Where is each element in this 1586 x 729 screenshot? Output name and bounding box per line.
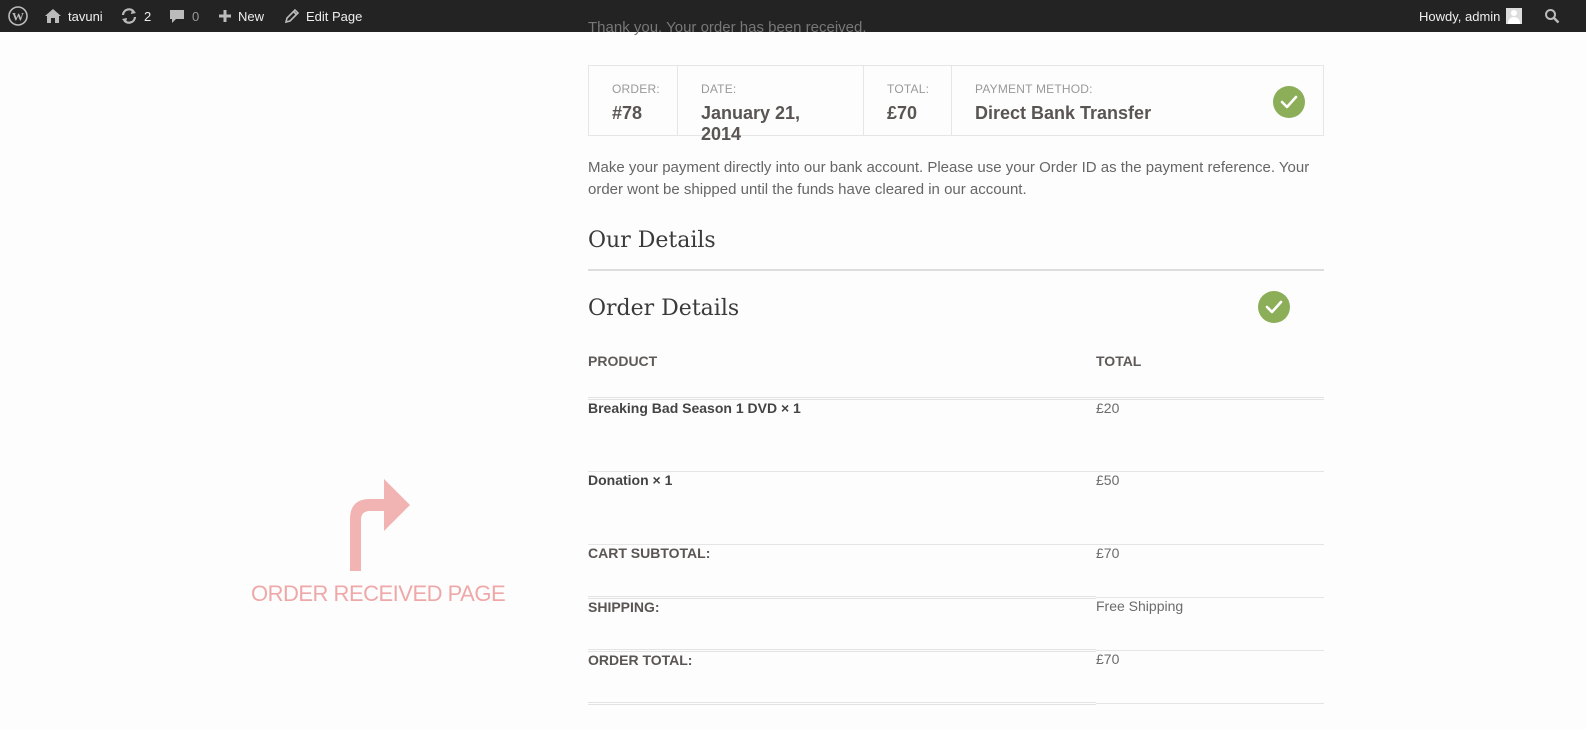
order-number-value: #78 [612, 103, 643, 123]
shipping-label: SHIPPING: [588, 597, 1096, 652]
order-date-cell: DATE: January 21, 2014 [678, 66, 864, 144]
order-date-value: January 21, 2014 [701, 103, 801, 144]
order-details-table: PRODUCT TOTAL Breaking Bad Season 1 DVD … [588, 345, 1324, 705]
checkmark-icon [1258, 291, 1290, 323]
product-name-link[interactable]: Donation × 1 [588, 472, 672, 488]
table-header-row: PRODUCT TOTAL [588, 345, 1324, 400]
table-row: Donation × 1 £50 [588, 471, 1324, 545]
order-number-cell: ORDER: #78 [589, 66, 678, 135]
order-total-row-value: £70 [1096, 650, 1324, 704]
product-cell: Breaking Bad Season 1 DVD × 1 [588, 398, 1096, 472]
annotation-label: ORDER RECEIVED PAGE [251, 581, 506, 606]
order-details-title: Order Details [588, 296, 740, 321]
product-cell: Donation × 1 [588, 471, 1096, 545]
site-name-link[interactable]: tavuni [44, 0, 103, 32]
howdy-label: Howdy, admin [1419, 8, 1501, 24]
cart-subtotal-value: £70 [1096, 544, 1324, 598]
order-total-value: £70 [887, 103, 918, 123]
our-details-title: Our Details [588, 228, 716, 253]
table-row: Breaking Bad Season 1 DVD × 1 £20 [588, 398, 1324, 472]
search-icon [1544, 8, 1560, 24]
table-row: CART SUBTOTAL: £70 [588, 544, 1324, 599]
comments-count: 0 [192, 8, 200, 24]
order-total-label: TOTAL: [887, 82, 930, 96]
checkmark-icon [1273, 86, 1305, 118]
product-total-cell: £50 [1096, 471, 1324, 545]
search-button[interactable] [1544, 0, 1560, 32]
comment-icon [168, 8, 186, 24]
order-number-label: ORDER: [612, 82, 660, 96]
avatar [1506, 8, 1523, 24]
table-row: SHIPPING: Free Shipping [588, 597, 1324, 652]
order-overview: ORDER: #78 DATE: January 21, 2014 TOTAL:… [588, 65, 1324, 144]
payment-method-cell: PAYMENT METHOD: Direct Bank Transfer [952, 66, 1323, 135]
home-icon [44, 8, 62, 24]
table-row: ORDER TOTAL: £70 [588, 650, 1324, 705]
shipping-value: Free Shipping [1096, 597, 1324, 651]
payment-method-value: Direct Bank Transfer [975, 103, 1152, 123]
new-content-link[interactable]: New [218, 0, 264, 32]
thank-you-message: Thank you. Your order has been received. [588, 19, 867, 36]
product-name-link[interactable]: Breaking Bad Season 1 DVD × 1 [588, 400, 801, 416]
section-divider [588, 269, 1324, 271]
wordpress-logo-button[interactable]: W [8, 0, 28, 32]
refresh-icon [120, 8, 138, 24]
order-total-cell: TOTAL: £70 [864, 66, 952, 135]
edit-page-link[interactable]: Edit Page [284, 0, 362, 32]
updates-count: 2 [144, 8, 152, 24]
comments-link[interactable]: 0 [168, 0, 199, 32]
plus-icon [218, 9, 232, 23]
site-name-label: tavuni [68, 8, 103, 24]
product-column-header: PRODUCT [588, 345, 1096, 400]
svg-text:W: W [12, 10, 24, 24]
cart-subtotal-label: CART SUBTOTAL: [588, 544, 1096, 599]
wordpress-icon: W [8, 6, 28, 26]
payment-method-label: PAYMENT METHOD: [975, 82, 1093, 96]
payment-instructions: Make your payment directly into our bank… [588, 159, 1310, 198]
my-account-link[interactable]: Howdy, admin [1419, 0, 1523, 32]
order-total-row-label: ORDER TOTAL: [588, 650, 1096, 705]
total-column-header: TOTAL [1096, 345, 1324, 400]
turn-right-arrow-icon [348, 475, 414, 578]
order-date-label: DATE: [701, 82, 737, 96]
new-label: New [238, 8, 265, 24]
pencil-icon [284, 8, 300, 24]
product-total-cell: £20 [1096, 398, 1324, 472]
edit-page-label: Edit Page [306, 8, 363, 24]
updates-link[interactable]: 2 [120, 0, 151, 32]
